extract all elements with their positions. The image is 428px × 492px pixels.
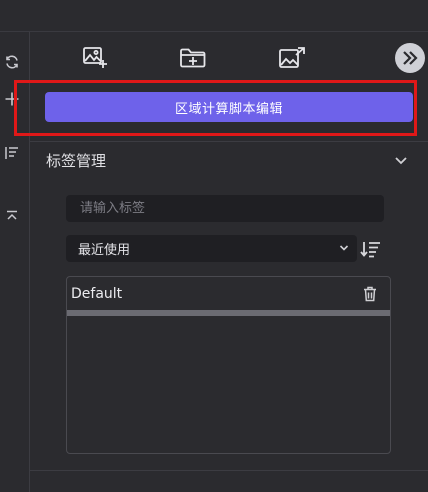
double-chevron-right-icon[interactable] (395, 43, 425, 73)
bottom-divider (30, 470, 428, 471)
sort-select[interactable]: 最近使用 (66, 235, 357, 262)
add-folder-icon[interactable] (177, 44, 209, 72)
export-image-icon[interactable] (276, 44, 308, 72)
refresh-icon[interactable] (0, 50, 24, 74)
list-item[interactable]: Default (67, 277, 390, 316)
section-title: 标签管理 (46, 152, 107, 170)
collapse-top-icon[interactable] (0, 204, 24, 228)
chevron-down-icon (339, 241, 349, 256)
tag-search-input[interactable] (66, 195, 384, 222)
top-bar (0, 0, 428, 32)
tag-label: Default (71, 285, 123, 302)
list-sort-icon[interactable] (0, 141, 24, 165)
sort-select-value: 最近使用 (78, 243, 131, 258)
chevron-down-icon[interactable] (392, 152, 410, 170)
add-image-icon[interactable] (79, 44, 111, 72)
sort-order-icon[interactable] (359, 238, 383, 260)
region-script-edit-button[interactable]: 区域计算脚本编辑 (45, 92, 413, 122)
tag-panel: 区域计算脚本编辑 标签管理 最近使用 Default (0, 0, 428, 492)
section-divider (30, 141, 428, 142)
tag-list: Default (66, 276, 391, 454)
trash-icon[interactable] (362, 285, 378, 303)
